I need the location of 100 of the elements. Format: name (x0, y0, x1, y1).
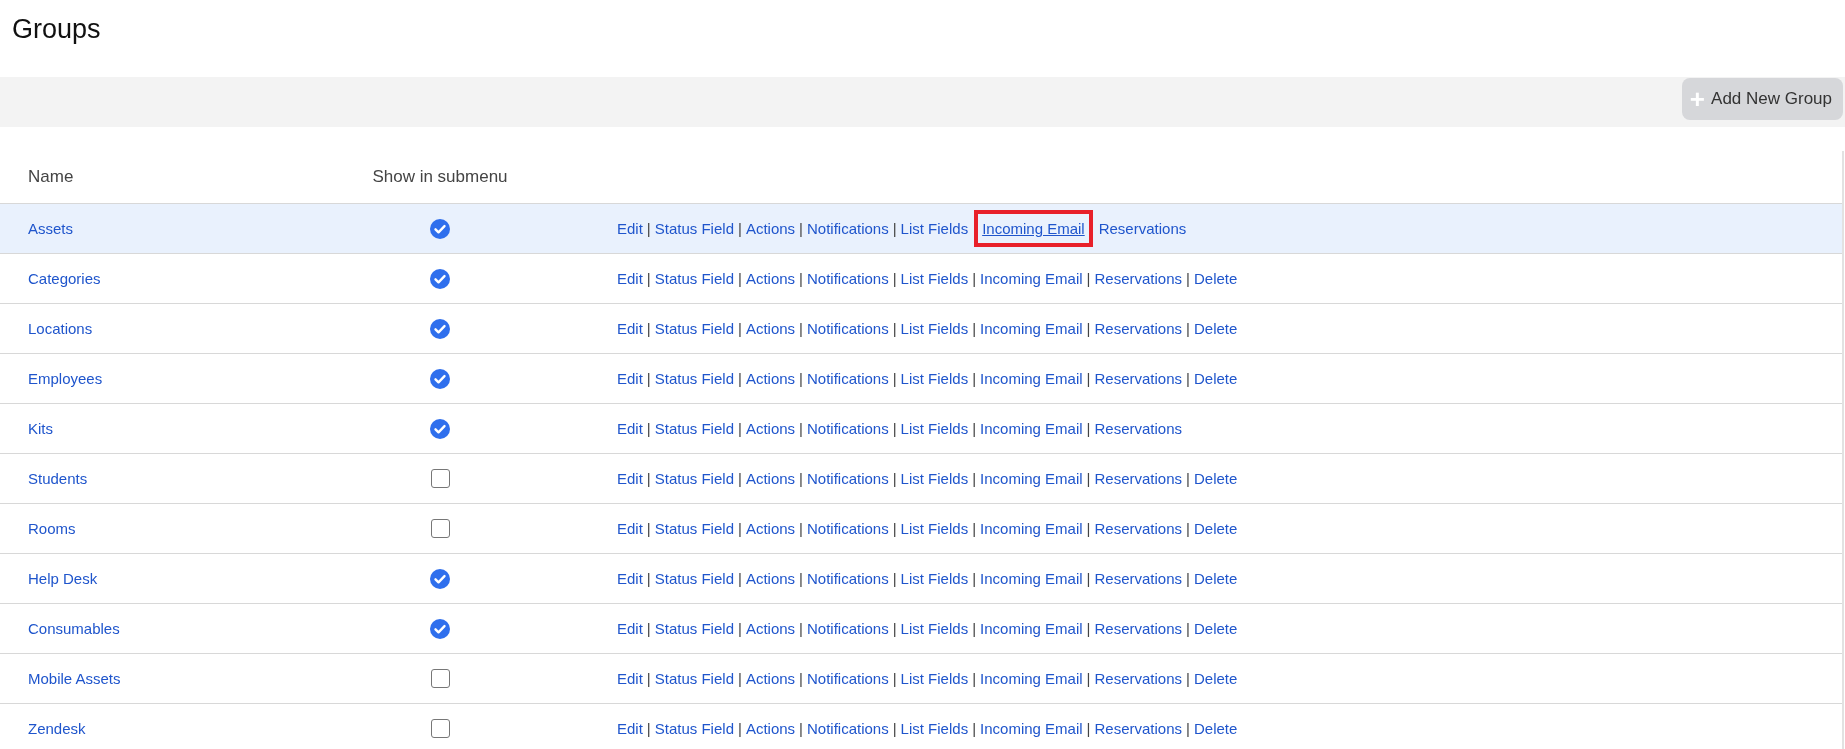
action-link[interactable]: Edit (617, 220, 643, 237)
action-link[interactable]: Edit (617, 270, 643, 287)
action-link[interactable]: Edit (617, 670, 643, 687)
action-link[interactable]: Edit (617, 520, 643, 537)
action-link[interactable]: Delete (1193, 570, 1238, 587)
action-link[interactable]: Reservations (1094, 270, 1183, 287)
action-link[interactable]: Actions (745, 320, 796, 337)
checked-checkbox[interactable] (430, 368, 450, 389)
action-link[interactable]: Delete (1193, 720, 1238, 737)
group-name-link[interactable]: Help Desk (28, 569, 98, 587)
action-link[interactable]: Actions (745, 420, 796, 437)
group-name-link[interactable]: Employees (28, 369, 103, 387)
action-link[interactable]: Reservations (1094, 420, 1183, 437)
action-link[interactable]: Reservations (1094, 620, 1183, 637)
action-link[interactable]: Actions (745, 670, 796, 687)
action-link[interactable]: Reservations (1094, 670, 1183, 687)
action-link[interactable]: Incoming Email (980, 470, 1083, 487)
action-link[interactable]: Delete (1193, 370, 1238, 387)
action-link[interactable]: Edit (617, 620, 643, 637)
action-link[interactable]: Actions (745, 570, 796, 587)
action-link[interactable]: List Fields (900, 620, 969, 637)
checked-checkbox[interactable] (430, 318, 450, 339)
action-link[interactable]: Status Field (654, 220, 734, 237)
action-link[interactable]: List Fields (900, 420, 969, 437)
action-link[interactable]: Notifications (807, 320, 889, 337)
action-link[interactable]: Reservations (1094, 720, 1183, 737)
action-link[interactable]: Notifications (807, 470, 889, 487)
action-link[interactable]: Actions (745, 620, 796, 637)
action-link[interactable]: Delete (1193, 270, 1238, 287)
action-link[interactable]: Actions (745, 220, 796, 237)
group-name-link[interactable]: Assets (28, 219, 73, 237)
action-link[interactable]: List Fields (900, 570, 969, 587)
action-link[interactable]: Reservations (1094, 520, 1183, 537)
unchecked-checkbox[interactable] (430, 669, 450, 688)
action-link[interactable]: Incoming Email (980, 270, 1083, 287)
action-link[interactable]: Notifications (807, 720, 889, 737)
checked-checkbox[interactable] (430, 418, 450, 439)
action-link[interactable]: Edit (617, 470, 643, 487)
group-name-link[interactable]: Consumables (28, 619, 120, 637)
action-link[interactable]: Notifications (807, 370, 889, 387)
action-link[interactable]: Edit (617, 570, 643, 587)
action-link[interactable]: Actions (745, 520, 796, 537)
action-link[interactable]: Actions (745, 470, 796, 487)
action-link[interactable]: Edit (617, 320, 643, 337)
action-link[interactable]: Status Field (654, 370, 734, 387)
action-link[interactable]: Actions (745, 270, 796, 287)
action-link[interactable]: Delete (1193, 620, 1238, 637)
action-link[interactable]: Status Field (654, 320, 734, 337)
action-link[interactable]: Status Field (654, 720, 734, 737)
action-link[interactable]: Delete (1193, 320, 1238, 337)
action-link[interactable]: Edit (617, 370, 643, 387)
action-link[interactable]: Delete (1193, 470, 1238, 487)
action-link[interactable]: Reservations (1094, 470, 1183, 487)
action-link[interactable]: Status Field (654, 670, 734, 687)
action-link[interactable]: List Fields (900, 470, 969, 487)
group-name-link[interactable]: Kits (28, 419, 53, 437)
action-link[interactable]: Incoming Email (974, 210, 1093, 247)
action-link[interactable]: Reservations (1094, 370, 1183, 387)
group-name-link[interactable]: Rooms (28, 519, 76, 537)
action-link[interactable]: Incoming Email (980, 370, 1083, 387)
checked-checkbox[interactable] (430, 218, 450, 239)
action-link[interactable]: Reservations (1094, 320, 1183, 337)
checked-checkbox[interactable] (430, 568, 450, 589)
action-link[interactable]: Incoming Email (980, 320, 1083, 337)
action-link[interactable]: Incoming Email (980, 670, 1083, 687)
action-link[interactable]: List Fields (900, 270, 969, 287)
group-name-link[interactable]: Categories (28, 269, 101, 287)
action-link[interactable]: Notifications (807, 270, 889, 287)
checked-checkbox[interactable] (430, 268, 450, 289)
action-link[interactable]: Notifications (807, 620, 889, 637)
action-link[interactable]: Delete (1193, 670, 1238, 687)
action-link[interactable]: List Fields (900, 520, 969, 537)
action-link[interactable]: Delete (1193, 520, 1238, 537)
action-link[interactable]: Status Field (654, 520, 734, 537)
action-link[interactable]: List Fields (900, 320, 969, 337)
group-name-link[interactable]: Students (28, 469, 88, 487)
add-new-group-button[interactable]: + Add New Group (1681, 78, 1843, 120)
action-link[interactable]: List Fields (900, 670, 969, 687)
action-link[interactable]: Notifications (807, 520, 889, 537)
action-link[interactable]: Notifications (807, 420, 889, 437)
action-link[interactable]: Incoming Email (980, 620, 1083, 637)
action-link[interactable]: Edit (617, 420, 643, 437)
unchecked-checkbox[interactable] (430, 719, 450, 738)
action-link[interactable]: Notifications (807, 220, 889, 237)
action-link[interactable]: Actions (745, 370, 796, 387)
action-link[interactable]: Reservations (1094, 570, 1183, 587)
action-link[interactable]: Status Field (654, 270, 734, 287)
action-link[interactable]: List Fields (900, 720, 969, 737)
action-link[interactable]: Incoming Email (980, 720, 1083, 737)
action-link[interactable]: Reservations (1098, 220, 1187, 237)
unchecked-checkbox[interactable] (430, 519, 450, 538)
action-link[interactable]: Status Field (654, 570, 734, 587)
action-link[interactable]: Status Field (654, 620, 734, 637)
action-link[interactable]: Notifications (807, 670, 889, 687)
action-link[interactable]: Incoming Email (980, 570, 1083, 587)
group-name-link[interactable]: Zendesk (28, 719, 86, 737)
action-link[interactable]: Status Field (654, 420, 734, 437)
action-link[interactable]: List Fields (900, 370, 969, 387)
action-link[interactable]: Incoming Email (980, 520, 1083, 537)
action-link[interactable]: Actions (745, 720, 796, 737)
